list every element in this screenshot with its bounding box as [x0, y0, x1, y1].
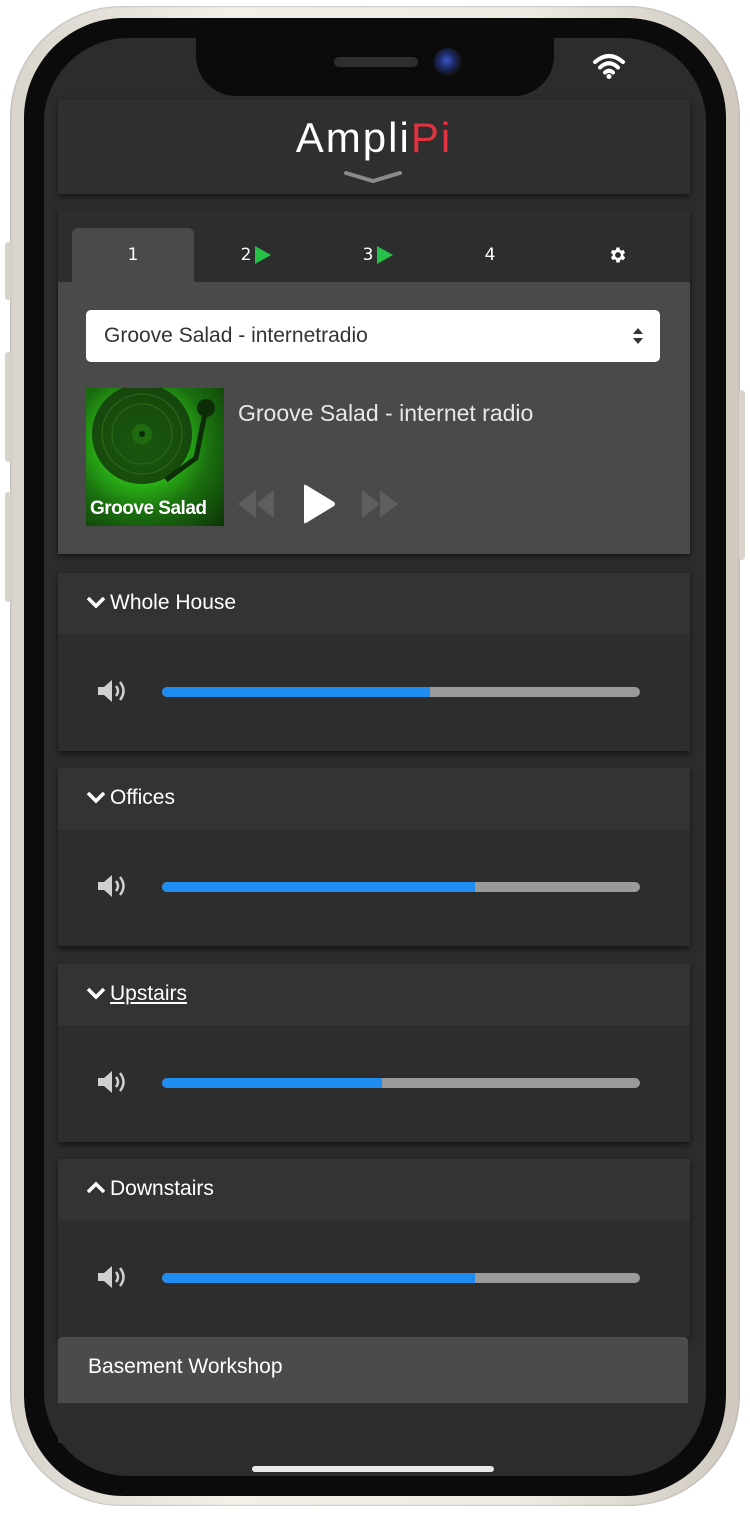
tab-source-1[interactable]: 1 — [72, 228, 194, 282]
playing-indicator-icon — [255, 246, 272, 264]
playing-indicator-icon — [377, 246, 394, 264]
volume-icon[interactable] — [96, 1263, 130, 1291]
album-art-label: Groove Salad — [90, 498, 207, 519]
select-arrows-icon — [633, 328, 643, 344]
fast-forward-icon[interactable] — [360, 482, 400, 526]
source-tabs: 1 2 3 4 — [58, 210, 690, 282]
zone-card-offices: Offices — [58, 768, 690, 946]
zone-header[interactable]: Upstairs — [58, 964, 690, 1027]
logo-accent-text: Pi — [410, 114, 453, 161]
zone-header[interactable]: Downstairs — [58, 1159, 690, 1222]
volume-slider[interactable] — [162, 882, 640, 892]
wifi-icon — [593, 54, 625, 79]
zone-card-whole-house: Whole House — [58, 573, 690, 751]
zone-item-basement-workshop[interactable]: Basement Workshop — [58, 1337, 688, 1403]
earpiece-speaker — [334, 57, 418, 67]
volume-icon[interactable] — [96, 677, 130, 705]
source-panel: Groove Salad - internetradio Groove Sala… — [58, 282, 690, 554]
stream-select-value: Groove Salad - internetradio — [104, 324, 368, 347]
source-player-card: 1 2 3 4 Groove Salad - internetradio Gro… — [58, 210, 690, 554]
tab-label: 1 — [127, 245, 139, 265]
zone-name: Whole House — [110, 591, 237, 614]
phone-notch — [196, 38, 554, 96]
phone-side-button — [5, 492, 11, 602]
zone-name[interactable]: Upstairs — [110, 982, 187, 1006]
zone-card-downstairs: Downstairs — [58, 1159, 690, 1337]
stream-select[interactable]: Groove Salad - internetradio — [86, 310, 660, 362]
front-camera — [434, 48, 462, 76]
tab-label: 3 — [362, 245, 374, 265]
volume-slider-fill — [162, 1078, 382, 1088]
logo-text: Ampli — [295, 114, 411, 161]
phone-side-button — [739, 390, 745, 560]
expand-header-chevron-icon[interactable] — [344, 170, 402, 184]
volume-slider[interactable] — [162, 1273, 640, 1283]
chevron-down-icon — [86, 987, 106, 1000]
volume-slider-fill — [162, 687, 430, 697]
zone-header[interactable]: Whole House — [58, 573, 690, 636]
play-icon[interactable] — [298, 482, 338, 526]
home-indicator[interactable] — [252, 1466, 494, 1472]
gear-icon — [610, 247, 626, 263]
tab-source-2[interactable]: 2 — [198, 228, 314, 282]
volume-slider-fill — [162, 1273, 476, 1283]
chevron-down-icon — [86, 596, 106, 609]
tab-label: 4 — [484, 245, 496, 265]
phone-side-button — [5, 352, 11, 462]
zone-card-upstairs: Upstairs — [58, 964, 690, 1142]
tab-label: 2 — [240, 245, 252, 265]
zone-name: Basement Workshop — [88, 1355, 283, 1378]
rewind-icon[interactable] — [236, 482, 276, 526]
screen-bottom-area — [58, 1403, 690, 1443]
volume-slider[interactable] — [162, 687, 640, 697]
app-header: AmpliPi — [58, 100, 690, 194]
zone-header[interactable]: Offices — [58, 768, 690, 831]
phone-side-button — [5, 242, 11, 300]
volume-slider-fill — [162, 882, 476, 892]
volume-icon[interactable] — [96, 1068, 130, 1096]
chevron-down-icon — [86, 791, 106, 804]
chevron-up-icon — [86, 1181, 106, 1194]
volume-icon[interactable] — [96, 872, 130, 900]
tab-settings[interactable] — [558, 228, 678, 282]
track-title: Groove Salad - internet radio — [238, 400, 534, 426]
zone-name: Downstairs — [110, 1177, 214, 1200]
tab-source-4[interactable]: 4 — [432, 228, 548, 282]
volume-slider[interactable] — [162, 1078, 640, 1088]
zone-name: Offices — [110, 786, 175, 809]
amplipi-logo: AmpliPi — [58, 114, 690, 162]
tab-source-3[interactable]: 3 — [320, 228, 436, 282]
album-art: Groove Salad — [86, 388, 224, 526]
